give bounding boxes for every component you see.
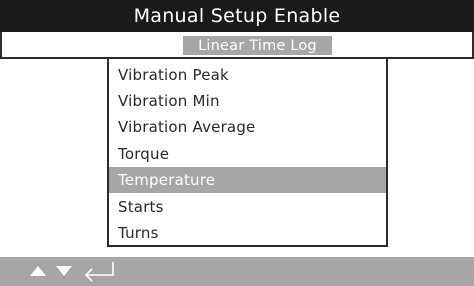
list-item-vibration-min[interactable]: Vibration Min [109, 88, 386, 114]
footer-bar [0, 257, 474, 286]
selected-option-label: Linear Time Log [198, 37, 317, 54]
list-item-label: Starts [118, 198, 164, 216]
arrow-up-icon[interactable] [30, 266, 46, 276]
subheader-row: Linear Time Log [0, 32, 474, 59]
title-bar: Manual Setup Enable [0, 0, 474, 32]
arrow-down-icon[interactable] [56, 266, 72, 276]
list-item-temperature[interactable]: Temperature [109, 167, 386, 193]
list-item-label: Torque [118, 145, 170, 163]
menu-list: Vibration Peak Vibration Min Vibration A… [107, 59, 388, 247]
list-item-vibration-peak[interactable]: Vibration Peak [109, 62, 386, 88]
list-item-starts[interactable]: Starts [109, 194, 386, 220]
page-title: Manual Setup Enable [133, 5, 341, 27]
list-item-vibration-average[interactable]: Vibration Average [109, 114, 386, 140]
list-item-label: Turns [118, 224, 159, 242]
list-item-label: Vibration Average [118, 118, 256, 136]
list-item-torque[interactable]: Torque [109, 141, 386, 167]
list-item-label: Vibration Min [118, 92, 220, 110]
list-item-label: Temperature [118, 171, 216, 189]
list-item-turns[interactable]: Turns [109, 220, 386, 246]
selected-option-highlight[interactable]: Linear Time Log [183, 36, 332, 55]
list-item-label: Vibration Peak [118, 66, 229, 84]
enter-return-icon[interactable] [83, 261, 115, 282]
